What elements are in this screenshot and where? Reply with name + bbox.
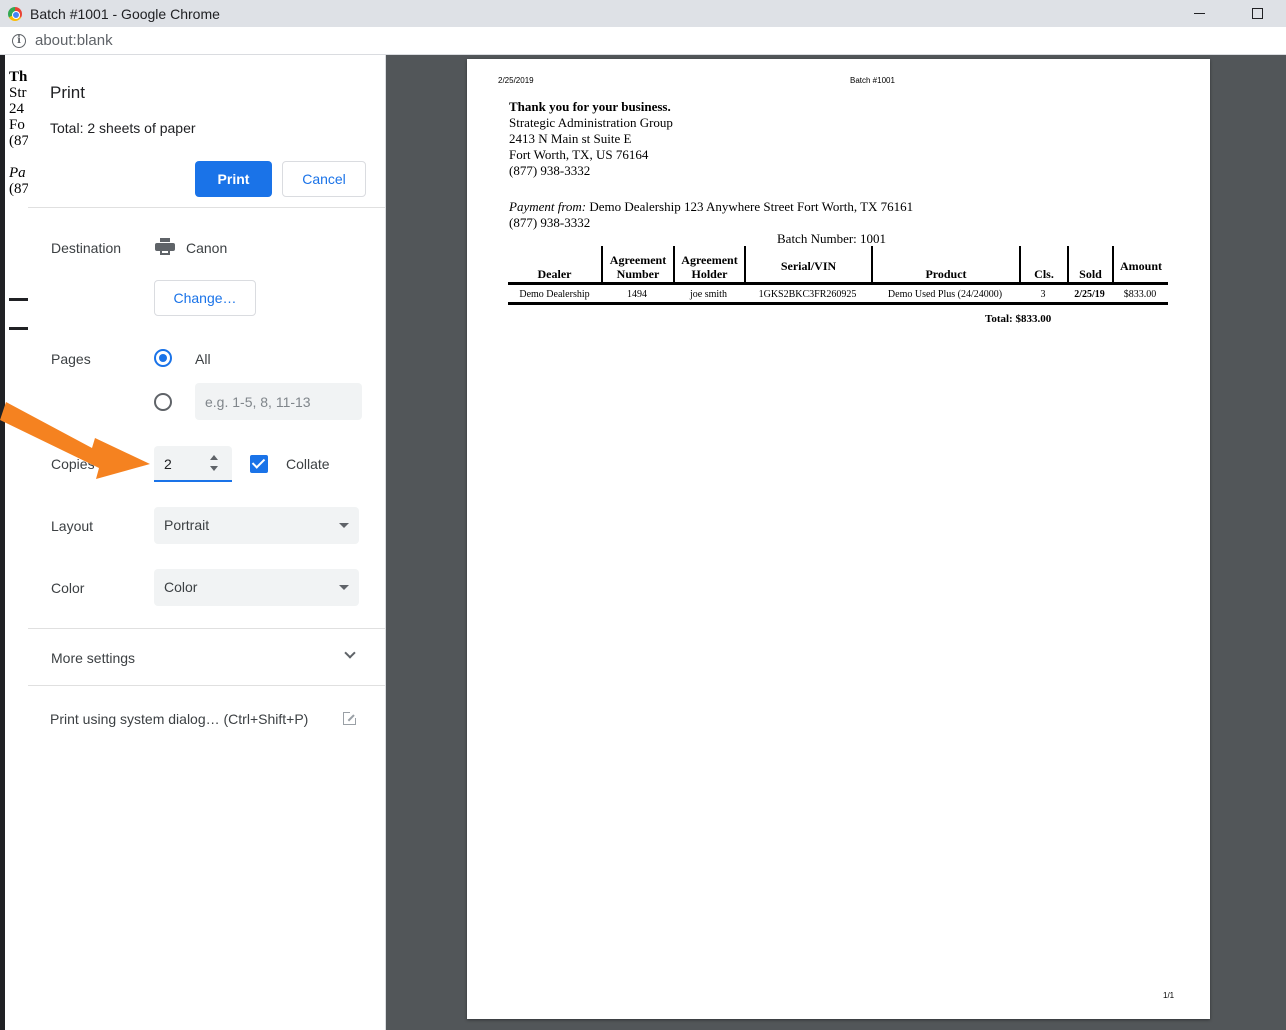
- company-block: Thank you for your business. Strategic A…: [509, 99, 673, 179]
- layout-label: Layout: [51, 518, 94, 534]
- table-cell: Demo Dealership: [519, 289, 590, 300]
- background-text: Th: [9, 69, 28, 85]
- collate-checkbox[interactable]: [250, 455, 268, 473]
- color-label: Color: [51, 580, 85, 596]
- page-header-title: Batch #1001: [850, 76, 895, 85]
- background-text: (87: [9, 133, 28, 149]
- pages-all-radio[interactable]: [154, 349, 172, 367]
- more-settings-toggle[interactable]: More settings: [28, 629, 385, 685]
- copies-value: 2: [164, 456, 172, 472]
- payment-from-label: Payment from:: [509, 199, 587, 214]
- preview-page: 2/25/2019 Batch #1001 Thank you for your…: [467, 59, 1210, 1019]
- batch-number: Batch Number: 1001: [777, 231, 887, 246]
- maximize-button[interactable]: [1228, 0, 1286, 27]
- copies-stepper[interactable]: 2: [154, 446, 232, 482]
- column-header: Cls.: [1019, 246, 1067, 282]
- layout-select[interactable]: Portrait: [154, 507, 359, 544]
- page-header-date: 2/25/2019: [498, 76, 534, 85]
- color-value: Color: [164, 579, 198, 595]
- column-header: Serial/VIN: [744, 246, 871, 282]
- collate-label: Collate: [286, 456, 330, 472]
- divider: [28, 685, 385, 686]
- annotation-arrow-icon: [0, 402, 150, 479]
- dropdown-caret-icon: [339, 585, 349, 590]
- increment-icon[interactable]: [210, 455, 218, 460]
- background-text: Fo: [9, 117, 25, 133]
- print-button[interactable]: Print: [195, 161, 272, 197]
- company-name: Strategic Administration Group: [509, 115, 673, 130]
- background-text: (87: [9, 181, 28, 197]
- payment-block: Payment from: Demo Dealership 123 Anywhe…: [509, 199, 913, 231]
- destination-label: Destination: [51, 240, 122, 256]
- page-number: 1/1: [1163, 991, 1175, 1000]
- table-cell: 1494: [627, 289, 647, 300]
- background-rule: [9, 327, 28, 330]
- table-header: Dealer Agreement Number Agreement Holder…: [508, 246, 1168, 285]
- address-line-1: 2413 N Main st Suite E: [509, 131, 632, 146]
- system-dialog-link[interactable]: Print using system dialog… (Ctrl+Shift+P…: [50, 711, 308, 727]
- background-page: Th Str 24 Fo (87 Pa (87: [0, 55, 28, 1030]
- pages-custom-input[interactable]: [195, 383, 362, 420]
- column-header: Agreement Number: [601, 246, 673, 282]
- chrome-icon: [8, 6, 22, 21]
- window-controls: [1170, 0, 1286, 27]
- dropdown-caret-icon: [339, 523, 349, 528]
- table-total: Total: $833.00: [985, 313, 1052, 325]
- open-external-icon[interactable]: [343, 711, 357, 725]
- payment-phone: (877) 938-3332: [509, 215, 591, 230]
- url-text[interactable]: about:blank: [35, 32, 113, 49]
- background-text: Str: [9, 85, 27, 101]
- maximize-icon: [1251, 8, 1263, 19]
- layout-value: Portrait: [164, 517, 210, 533]
- table-row: Demo Dealership 1494 joe smith 1GKS2BKC3…: [508, 285, 1168, 305]
- payment-from-value: Demo Dealership 123 Anywhere Street Fort…: [586, 199, 914, 214]
- background-rule: [9, 298, 28, 301]
- company-phone: (877) 938-3332: [509, 163, 591, 178]
- column-header: Agreement Holder: [673, 246, 744, 282]
- pages-label: Pages: [51, 351, 91, 367]
- window-titlebar: Batch #1001 - Google Chrome: [0, 0, 1286, 27]
- background-text: 24: [9, 101, 24, 117]
- table-cell: Demo Used Plus (24/24000): [887, 289, 1003, 300]
- pages-all-label: All: [195, 351, 211, 367]
- column-header: Amount: [1112, 246, 1168, 282]
- table-cell: 1GKS2BKC3FR260925: [758, 289, 857, 300]
- destination-value: Canon: [186, 240, 228, 256]
- sheets-total: Total: 2 sheets of paper: [50, 120, 196, 136]
- thanks-line: Thank you for your business.: [509, 99, 671, 114]
- info-icon[interactable]: i: [12, 33, 26, 48]
- print-settings-panel: Print Total: 2 sheets of paper Print Can…: [28, 55, 386, 1030]
- address-line-2: Fort Worth, TX, US 76164: [509, 147, 649, 162]
- address-bar[interactable]: i about:blank: [0, 27, 1286, 55]
- background-text: Pa: [9, 165, 26, 181]
- chevron-down-icon: [344, 647, 356, 659]
- print-preview-area: 2/25/2019 Batch #1001 Thank you for your…: [386, 55, 1286, 1030]
- batch-table: Dealer Agreement Number Agreement Holder…: [508, 246, 1168, 305]
- table-cell: joe smith: [690, 289, 727, 300]
- print-title: Print: [50, 83, 85, 102]
- decrement-icon[interactable]: [210, 466, 218, 471]
- table-cell: $833.00: [1123, 289, 1157, 300]
- more-settings-label: More settings: [51, 650, 136, 666]
- minimize-icon: [1193, 13, 1205, 14]
- column-header: Dealer: [537, 267, 572, 281]
- table-cell: 3: [1040, 289, 1046, 300]
- color-select[interactable]: Color: [154, 569, 359, 606]
- printer-icon: [155, 238, 175, 256]
- column-header: Sold: [1067, 246, 1112, 282]
- table-cell: 2/25/19: [1074, 289, 1105, 300]
- column-header: Product: [871, 246, 1019, 282]
- window-title: Batch #1001 - Google Chrome: [30, 5, 220, 22]
- cancel-button[interactable]: Cancel: [282, 161, 366, 197]
- divider: [28, 207, 385, 208]
- change-destination-button[interactable]: Change…: [154, 280, 256, 316]
- minimize-button[interactable]: [1170, 0, 1228, 27]
